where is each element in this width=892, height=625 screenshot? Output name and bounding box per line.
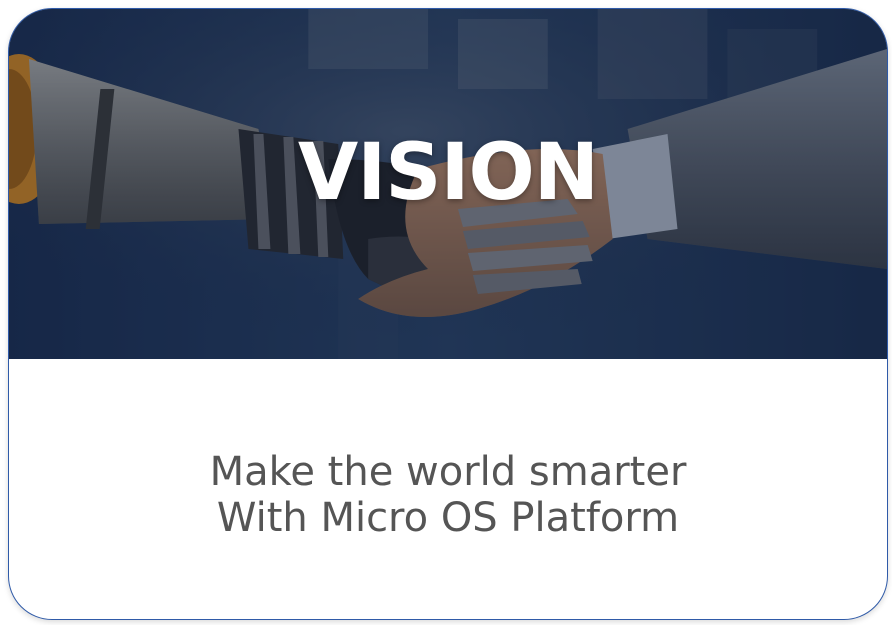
- caption-line-2: With Micro OS Platform: [216, 495, 680, 541]
- hero-image: VISION: [9, 9, 887, 359]
- vision-card: VISION Make the world smarter With Micro…: [8, 8, 888, 620]
- vision-title: VISION: [297, 128, 599, 218]
- caption-line-1: Make the world smarter: [209, 449, 687, 495]
- vision-statement: Make the world smarter With Micro OS Pla…: [9, 449, 887, 541]
